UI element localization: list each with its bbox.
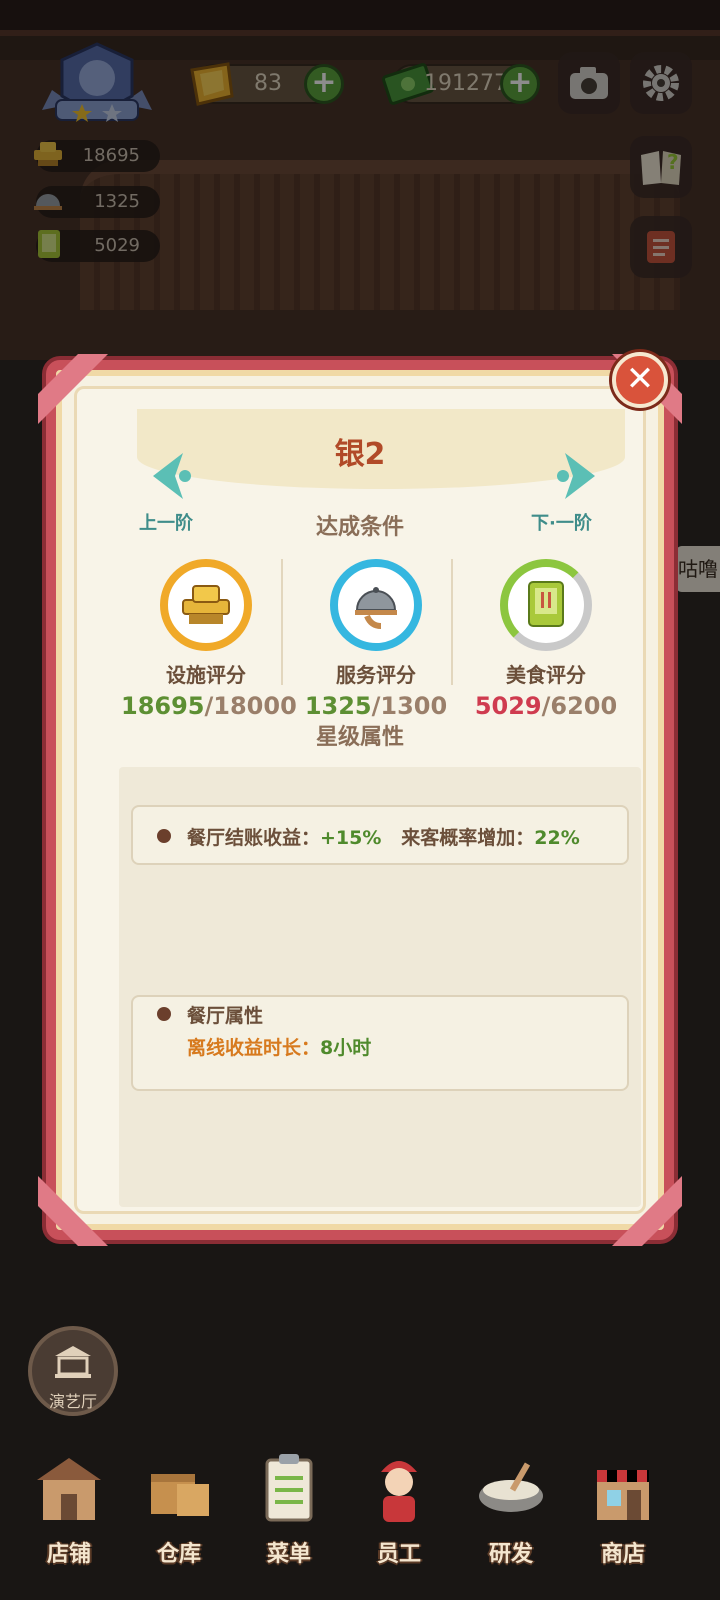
store-icon	[597, 1470, 649, 1520]
nav-label: 仓库	[156, 1542, 201, 1567]
requirement-label: 设施评分	[166, 663, 246, 687]
shop-icon	[37, 1458, 101, 1520]
prev-arrow-icon[interactable]	[147, 449, 193, 503]
next-arrow-icon[interactable]	[555, 449, 601, 503]
requirement-label: 服务评分	[336, 663, 416, 687]
corner-ornament	[38, 1176, 108, 1246]
current-value: 5029	[474, 692, 542, 720]
checkout-bonus-value: +15%	[320, 827, 382, 849]
bottom-nav: 店铺 仓库 菜单 员工 研发 商店	[0, 1440, 720, 1600]
requirement-value: 18695/18000	[121, 692, 297, 720]
nav-label: 研发	[488, 1542, 533, 1567]
recipe-book-icon	[528, 581, 564, 627]
attributes-heading: 星级属性	[315, 725, 404, 750]
staff-icon	[381, 1461, 417, 1522]
service-progress-ring	[330, 559, 422, 651]
nav-label: 商店	[600, 1542, 645, 1567]
requirement-value: 1325/1300	[304, 692, 448, 720]
requirement-food: 美食评分 5029/6200	[461, 559, 631, 720]
theater-label: 演艺厅	[48, 1392, 97, 1411]
needed-value: 1300	[380, 692, 448, 720]
needed-value: 18000	[213, 692, 297, 720]
food-progress-ring	[500, 559, 592, 651]
requirement-service: 服务评分 1325/1300	[291, 559, 461, 720]
bullet-dot	[157, 829, 171, 843]
menu-clipboard-icon	[265, 1454, 313, 1522]
restaurant-attr-title: 餐厅属性	[187, 1005, 264, 1027]
facility-progress-ring	[160, 559, 252, 651]
current-value: 1325	[304, 692, 372, 720]
facility-icon	[182, 585, 230, 624]
nav-staff[interactable]: 员工	[344, 1450, 454, 1580]
nav-label: 员工	[376, 1542, 421, 1567]
offline-income-value: 8小时	[320, 1037, 372, 1059]
corner-ornament	[38, 354, 108, 424]
theater-button[interactable]: 演艺厅	[28, 1326, 118, 1416]
requirement-value: 5029/6200	[474, 692, 618, 720]
visitor-rate-value: 22%	[534, 827, 580, 849]
needed-value: 6200	[550, 692, 618, 720]
nav-label: 菜单	[266, 1542, 311, 1567]
corner-ornament	[612, 1176, 682, 1246]
warehouse-icon	[151, 1474, 209, 1516]
close-button[interactable]: ✕	[612, 352, 668, 408]
star-rank-dialog: 银2 上一阶 下·一阶 达成条件 设施评分 18695/18000 服务评分 1…	[38, 354, 682, 1246]
column-divider	[451, 559, 453, 685]
star-attribute-box: 餐厅结账收益：+15% 来客概率增加：22%	[131, 805, 629, 865]
restaurant-attribute-box: 餐厅属性 离线收益时长：8小时	[131, 995, 629, 1091]
nav-label: 店铺	[46, 1542, 91, 1567]
column-divider	[281, 559, 283, 685]
conditions-heading: 达成条件	[315, 515, 404, 540]
theater-building-icon	[55, 1346, 91, 1378]
research-pot-icon	[479, 1462, 543, 1512]
nav-store[interactable]: 商店	[568, 1450, 678, 1580]
nav-research[interactable]: 研发	[456, 1450, 566, 1580]
nav-shop[interactable]: 店铺	[14, 1450, 124, 1580]
nav-warehouse[interactable]: 仓库	[124, 1450, 234, 1580]
dialog-inner-panel: 银2 上一阶 下·一阶 达成条件 设施评分 18695/18000 服务评分 1…	[74, 386, 646, 1214]
service-cloche-icon	[355, 587, 397, 629]
star-attribute-text: 餐厅结账收益：+15% 来客概率增加：22%	[187, 827, 580, 849]
bullet-dot	[157, 1007, 171, 1021]
current-value: 18695	[121, 692, 205, 720]
offline-income-text: 离线收益时长：8小时	[187, 1037, 372, 1059]
requirement-facility: 设施评分 18695/18000	[121, 559, 297, 720]
nav-menu[interactable]: 菜单	[234, 1450, 344, 1580]
requirement-label: 美食评分	[506, 663, 586, 687]
